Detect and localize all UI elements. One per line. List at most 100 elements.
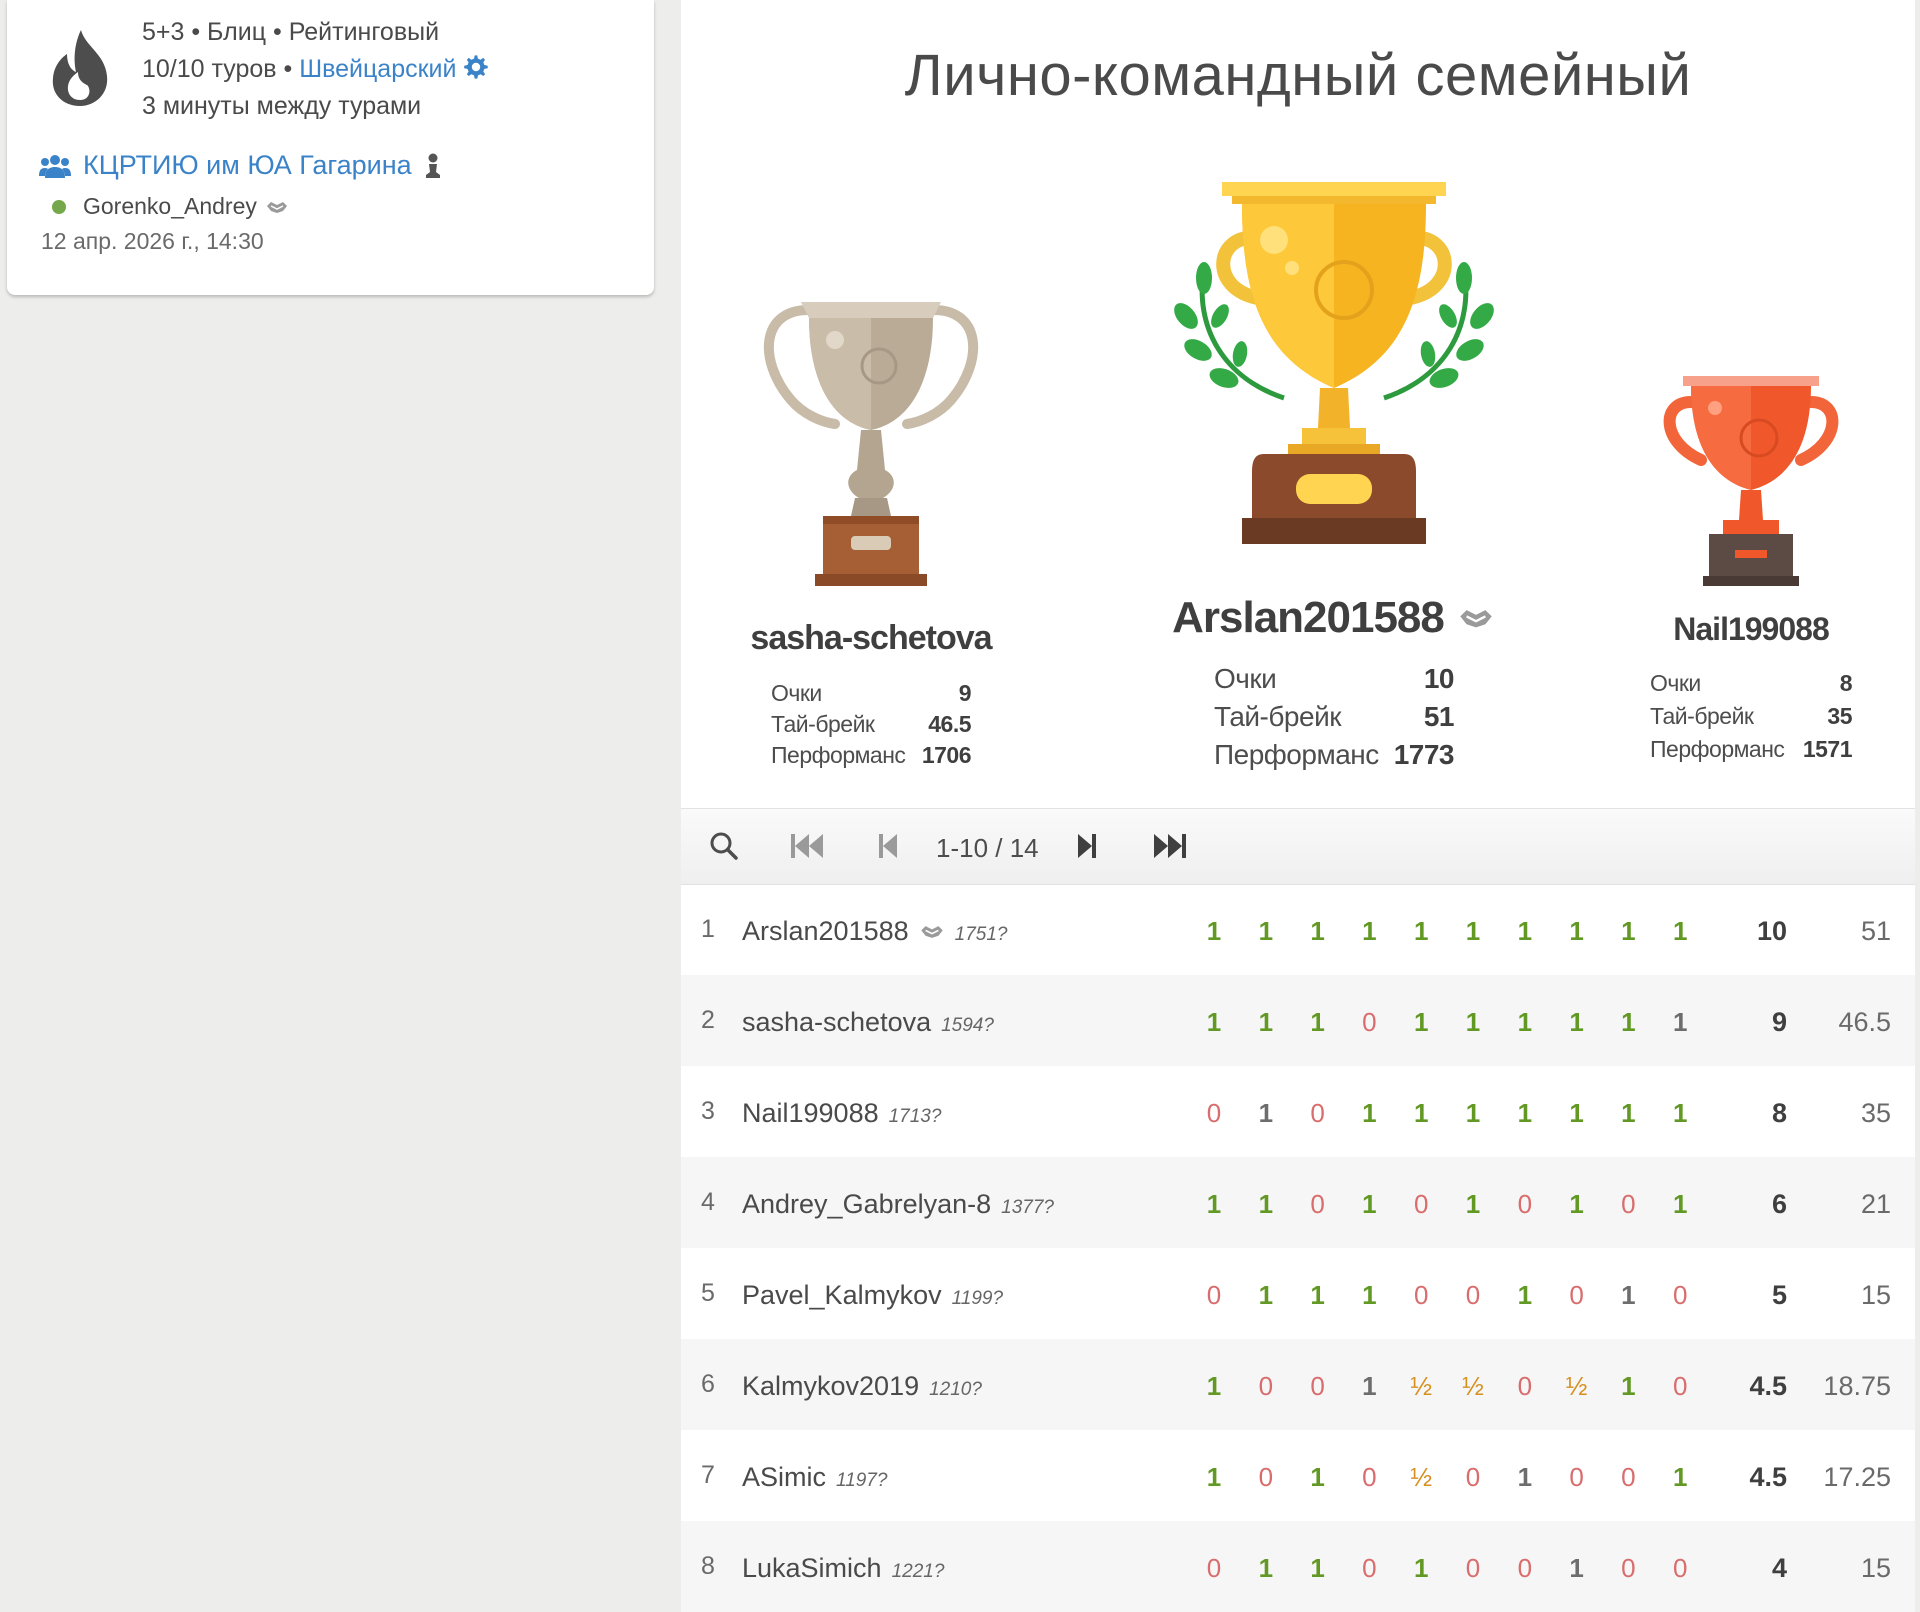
round-result[interactable]: ½: [1401, 1371, 1441, 1402]
player-cell[interactable]: ASimic 1197?: [742, 1462, 887, 1493]
round-result[interactable]: 0: [1298, 1189, 1338, 1220]
previous-page-icon[interactable]: [877, 831, 899, 861]
round-result[interactable]: 0: [1246, 1462, 1286, 1493]
round-result[interactable]: 0: [1401, 1280, 1441, 1311]
round-result[interactable]: 0: [1349, 1553, 1389, 1584]
round-result[interactable]: 1: [1660, 1462, 1700, 1493]
round-result[interactable]: 1: [1349, 1280, 1389, 1311]
table-row[interactable]: 4 Andrey_Gabrelyan-8 1377? 1 1 0 1 0 1 0 1 0 1 6 21: [681, 1157, 1915, 1248]
round-result[interactable]: 1: [1194, 1007, 1234, 1038]
round-result[interactable]: 1: [1557, 1189, 1597, 1220]
swiss-system-link[interactable]: Швейцарский: [299, 55, 456, 83]
next-page-icon[interactable]: [1076, 831, 1098, 861]
player-name[interactable]: Pavel_Kalmykov: [742, 1280, 942, 1311]
round-result[interactable]: 1: [1298, 1553, 1338, 1584]
table-row[interactable]: 2 sasha-schetova 1594? 1 1 1 0 1 1 1 1 1 1 9 46.5: [681, 975, 1915, 1066]
player-name[interactable]: Andrey_Gabrelyan-8: [742, 1189, 991, 1220]
round-result[interactable]: 1: [1298, 1007, 1338, 1038]
third-place-name[interactable]: Nail199088: [1621, 611, 1881, 648]
round-result[interactable]: 1: [1246, 1098, 1286, 1129]
round-result[interactable]: 0: [1557, 1462, 1597, 1493]
round-result[interactable]: 1: [1194, 1189, 1234, 1220]
round-result[interactable]: 0: [1349, 1007, 1389, 1038]
round-result[interactable]: 1: [1349, 916, 1389, 947]
table-row[interactable]: 6 Kalmykov2019 1210? 1 0 0 1 ½ ½ 0 ½ 1 0 4.5 18.75: [681, 1339, 1915, 1430]
round-result[interactable]: 1: [1401, 1007, 1441, 1038]
round-result[interactable]: 0: [1246, 1371, 1286, 1402]
round-result[interactable]: 1: [1246, 1553, 1286, 1584]
round-result[interactable]: 1: [1608, 1371, 1648, 1402]
round-result[interactable]: 1: [1401, 916, 1441, 947]
table-row[interactable]: 7 ASimic 1197? 1 0 1 0 ½ 0 1 0 0 1 4.5 17.25: [681, 1430, 1915, 1521]
player-name[interactable]: Nail199088: [742, 1098, 879, 1129]
search-icon[interactable]: [709, 831, 739, 861]
round-result[interactable]: 0: [1505, 1553, 1545, 1584]
round-result[interactable]: 1: [1608, 1007, 1648, 1038]
player-name[interactable]: Kalmykov2019: [742, 1371, 919, 1402]
round-result[interactable]: 0: [1453, 1280, 1493, 1311]
round-result[interactable]: 1: [1557, 1553, 1597, 1584]
round-result[interactable]: 1: [1194, 916, 1234, 947]
player-name[interactable]: sasha-schetova: [742, 1007, 931, 1038]
round-result[interactable]: ½: [1453, 1371, 1493, 1402]
round-result[interactable]: 0: [1349, 1462, 1389, 1493]
table-row[interactable]: 1 Arslan201588 1751? 1 1 1 1 1 1 1 1 1 1 10 51: [681, 884, 1915, 975]
round-result[interactable]: 0: [1660, 1371, 1700, 1402]
second-place-name[interactable]: sasha-schetova: [721, 619, 1021, 658]
round-result[interactable]: 1: [1453, 1098, 1493, 1129]
round-result[interactable]: 0: [1505, 1189, 1545, 1220]
round-result[interactable]: 1: [1505, 916, 1545, 947]
round-result[interactable]: 1: [1194, 1371, 1234, 1402]
player-cell[interactable]: Andrey_Gabrelyan-8 1377?: [742, 1189, 1054, 1220]
round-result[interactable]: 0: [1660, 1553, 1700, 1584]
round-result[interactable]: 1: [1401, 1098, 1441, 1129]
player-name[interactable]: LukaSimich: [742, 1553, 882, 1584]
round-result[interactable]: 0: [1453, 1462, 1493, 1493]
first-page-icon[interactable]: [789, 831, 825, 861]
player-cell[interactable]: Kalmykov2019 1210?: [742, 1371, 982, 1402]
round-result[interactable]: ½: [1401, 1462, 1441, 1493]
gear-icon[interactable]: [462, 53, 490, 81]
round-result[interactable]: 0: [1608, 1553, 1648, 1584]
round-result[interactable]: 0: [1608, 1189, 1648, 1220]
team-link[interactable]: КЦРТИЮ им ЮА Гагарина: [39, 150, 454, 181]
round-result[interactable]: 1: [1505, 1280, 1545, 1311]
round-result[interactable]: 1: [1246, 1007, 1286, 1038]
round-result[interactable]: 1: [1298, 1462, 1338, 1493]
round-result[interactable]: 1: [1660, 916, 1700, 947]
round-result[interactable]: 1: [1298, 916, 1338, 947]
round-result[interactable]: 1: [1298, 1280, 1338, 1311]
round-result[interactable]: 1: [1608, 916, 1648, 947]
round-result[interactable]: 0: [1194, 1280, 1234, 1311]
player-cell[interactable]: Arslan201588 1751?: [742, 916, 1007, 947]
round-result[interactable]: 1: [1453, 1007, 1493, 1038]
round-result[interactable]: 1: [1608, 1280, 1648, 1311]
round-result[interactable]: 1: [1194, 1462, 1234, 1493]
round-result[interactable]: 1: [1453, 916, 1493, 947]
table-row[interactable]: 3 Nail199088 1713? 0 1 0 1 1 1 1 1 1 1 8 35: [681, 1066, 1915, 1157]
player-cell[interactable]: sasha-schetova 1594?: [742, 1007, 994, 1038]
player-name[interactable]: Arslan201588: [742, 916, 909, 947]
round-result[interactable]: 0: [1505, 1371, 1545, 1402]
round-result[interactable]: 0: [1194, 1553, 1234, 1584]
player-cell[interactable]: Nail199088 1713?: [742, 1098, 941, 1129]
round-result[interactable]: 1: [1557, 1007, 1597, 1038]
round-result[interactable]: 1: [1349, 1371, 1389, 1402]
round-result[interactable]: 0: [1660, 1280, 1700, 1311]
player-cell[interactable]: Pavel_Kalmykov 1199?: [742, 1280, 1003, 1311]
round-result[interactable]: 1: [1557, 1098, 1597, 1129]
round-result[interactable]: 1: [1505, 1462, 1545, 1493]
round-result[interactable]: 1: [1246, 1189, 1286, 1220]
round-result[interactable]: 0: [1298, 1371, 1338, 1402]
first-place-name[interactable]: Arslan201588: [1172, 593, 1445, 643]
round-result[interactable]: 1: [1505, 1007, 1545, 1038]
round-result[interactable]: 1: [1349, 1098, 1389, 1129]
round-result[interactable]: 1: [1660, 1007, 1700, 1038]
table-row[interactable]: 8 LukaSimich 1221? 0 1 1 0 1 0 0 1 0 0 4 15: [681, 1521, 1915, 1612]
round-result[interactable]: ½: [1557, 1371, 1597, 1402]
player-cell[interactable]: LukaSimich 1221?: [742, 1553, 944, 1584]
round-result[interactable]: 1: [1660, 1189, 1700, 1220]
round-result[interactable]: 1: [1660, 1098, 1700, 1129]
round-result[interactable]: 1: [1349, 1189, 1389, 1220]
round-result[interactable]: 1: [1246, 916, 1286, 947]
